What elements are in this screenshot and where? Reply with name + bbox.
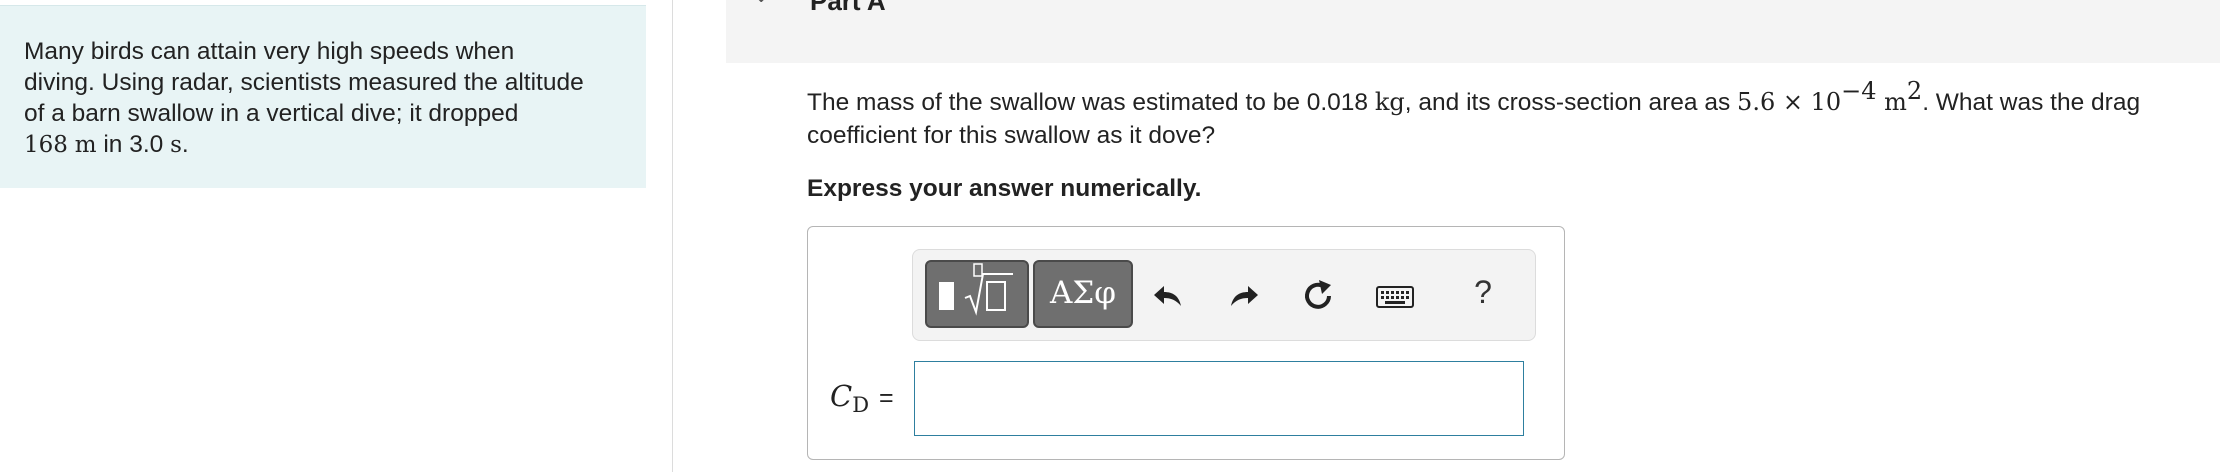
- answer-instruction: Express your answer numerically.: [807, 175, 1202, 202]
- question-text-segment: The mass of the swallow was estimated to…: [807, 89, 1375, 116]
- answer-box: ΑΣφ ? CD =: [807, 226, 1565, 460]
- intro-text: .: [181, 131, 189, 158]
- symbols-button[interactable]: ΑΣφ: [1033, 260, 1133, 328]
- intro-line: Many birds can attain very high speeds w…: [24, 38, 515, 65]
- intro-line: 168 m in 3.0 s.: [24, 129, 622, 161]
- intro-value: 168: [24, 132, 68, 158]
- help-button[interactable]: ?: [1463, 272, 1503, 312]
- question-text: The mass of the swallow was estimated to…: [807, 79, 2220, 152]
- math-toolbar: ΑΣφ ?: [912, 249, 1536, 341]
- variable-symbol: C: [830, 379, 853, 413]
- area-value: 5.6 × 10: [1737, 88, 1842, 116]
- unit-kg: kg: [1374, 88, 1405, 116]
- intro-text: in 3.0: [96, 131, 171, 158]
- variable-subscript: D: [852, 393, 870, 417]
- answer-variable-label: CD =: [830, 379, 894, 417]
- keyboard-icon[interactable]: [1375, 276, 1415, 316]
- answer-input[interactable]: [914, 361, 1524, 436]
- chevron-down-icon[interactable]: ⌄: [752, 0, 770, 8]
- redo-icon[interactable]: [1223, 276, 1263, 316]
- templates-icon: [939, 263, 1013, 316]
- question-text-segment: . What was the drag: [1922, 89, 2141, 116]
- question-text-segment: , and its cross-section area as: [1404, 89, 1738, 116]
- problem-intro: Many birds can attain very high speeds w…: [0, 5, 646, 188]
- intro-unit: m: [74, 132, 97, 158]
- question-line: coefficient for this swallow as it dove?: [807, 122, 1216, 149]
- unit-m: m: [1876, 88, 1907, 116]
- exponent: −4: [1841, 77, 1877, 105]
- column-divider: [672, 0, 673, 472]
- templates-button[interactable]: [925, 260, 1029, 328]
- exponent: 2: [1906, 77, 1923, 105]
- question-line: The mass of the swallow was estimated to…: [807, 79, 2220, 119]
- reset-icon[interactable]: [1299, 276, 1339, 316]
- intro-line: of a barn swallow in a vertical dive; it…: [24, 100, 519, 127]
- undo-icon[interactable]: [1149, 276, 1189, 316]
- part-header[interactable]: ⌄ Part A: [726, 0, 2220, 63]
- intro-unit: s: [170, 132, 182, 158]
- part-title: Part A: [810, 0, 886, 16]
- equals-sign: =: [879, 384, 894, 412]
- intro-line: diving. Using radar, scientists measured…: [24, 69, 584, 96]
